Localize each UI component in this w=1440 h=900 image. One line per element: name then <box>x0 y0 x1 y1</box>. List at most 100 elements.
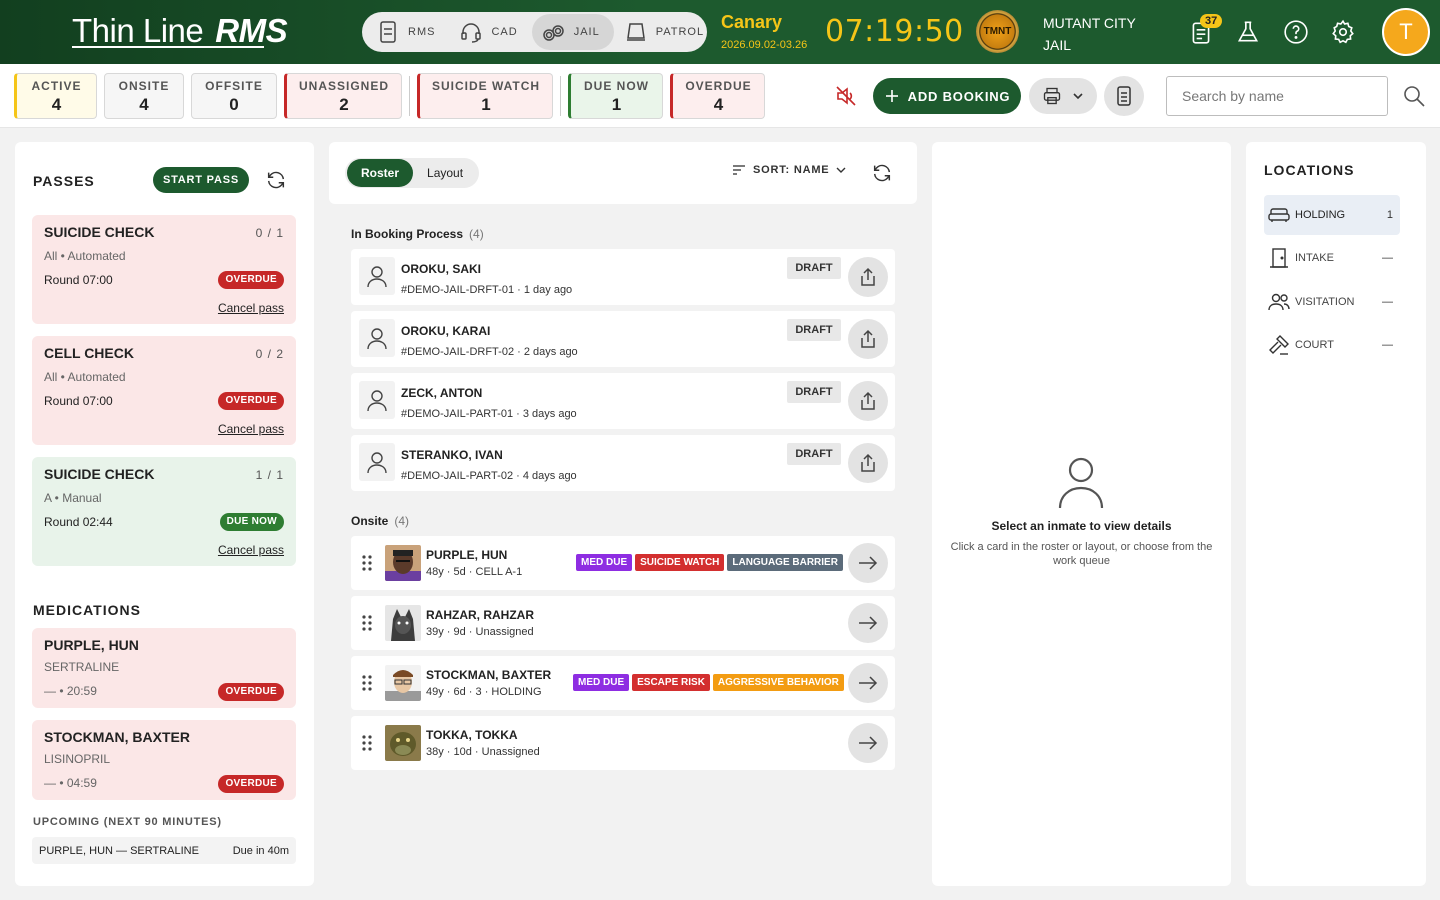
medication-card[interactable]: PURPLE, HUN SERTRALINE — • 20:59 OVERDUE <box>32 628 296 708</box>
refresh-icon[interactable] <box>265 169 287 191</box>
print-menu-button[interactable] <box>1029 78 1097 114</box>
lab-button[interactable] <box>1234 18 1262 46</box>
upcoming-med-text: PURPLE, HUN — SERTRALINE <box>39 844 199 857</box>
stat-due-now[interactable]: DUE NOW 1 <box>568 73 663 119</box>
tab-roster[interactable]: Roster <box>347 159 414 187</box>
share-icon <box>861 329 875 348</box>
module-cad-button[interactable]: CAD <box>449 14 531 50</box>
search-icon[interactable] <box>1402 84 1426 108</box>
logo-thin-text: Thin Line <box>72 12 204 49</box>
agency-seal: TMNT <box>976 10 1019 53</box>
pass-round: Round 07:00 <box>44 394 113 408</box>
booking-row[interactable]: ZECK, ANTON #DEMO-JAIL-PART-01 · 3 days … <box>351 373 895 429</box>
refresh-icon[interactable] <box>871 162 893 184</box>
upcoming-med-due: Due in 40m <box>232 844 289 857</box>
booking-meta: #DEMO-JAIL-DRFT-01 · 1 day ago <box>401 284 572 296</box>
pass-scope: All • Automated <box>44 249 126 263</box>
drag-handle-icon[interactable] <box>362 675 372 691</box>
pass-card[interactable]: SUICIDE CHECK 0 / 1 All • Automated Roun… <box>32 215 296 324</box>
tab-layout[interactable]: Layout <box>413 159 477 187</box>
location-intake[interactable]: INTAKE — <box>1264 238 1400 278</box>
printer-icon <box>1043 87 1061 105</box>
inmate-name: TOKKA, TOKKA <box>426 728 518 742</box>
stat-offsite[interactable]: OFFSITE 0 <box>191 73 277 119</box>
settings-button[interactable] <box>1329 18 1357 46</box>
user-avatar[interactable]: T <box>1382 8 1430 56</box>
cancel-pass-link[interactable]: Cancel pass <box>218 301 284 315</box>
pass-card[interactable]: SUICIDE CHECK 1 / 1 A • Manual Round 02:… <box>32 457 296 566</box>
sound-muted-icon[interactable] <box>834 84 858 108</box>
share-button[interactable] <box>848 319 888 359</box>
person-placeholder <box>359 381 395 419</box>
inmate-row[interactable]: STOCKMAN, BAXTER 49y · 6d · 3 · HOLDING … <box>351 656 895 710</box>
add-booking-button[interactable]: ADD BOOKING <box>873 78 1021 114</box>
booking-age: · 4 days ago <box>516 470 577 482</box>
stat-unassigned[interactable]: UNASSIGNED 2 <box>284 73 402 119</box>
booking-id: #DEMO-JAIL-PART-01 <box>401 408 514 420</box>
status-badge: OVERDUE <box>218 392 284 410</box>
environment-name: Canary <box>721 12 783 32</box>
drag-handle-icon[interactable] <box>362 735 372 751</box>
inmate-name: STOCKMAN, BAXTER <box>426 668 552 682</box>
person-placeholder <box>359 443 395 481</box>
open-inmate-button[interactable] <box>848 603 888 643</box>
search-input[interactable] <box>1166 76 1388 116</box>
upcoming-med-row[interactable]: PURPLE, HUN — SERTRALINE Due in 40m <box>32 837 296 864</box>
open-inmate-button[interactable] <box>848 543 888 583</box>
inmate-meta: 49y · 6d · 3 · HOLDING <box>426 686 542 698</box>
sort-label: SORT: NAME <box>753 164 830 176</box>
location-label: INTAKE <box>1295 252 1334 264</box>
module-jail-button[interactable]: JAIL <box>531 14 614 50</box>
open-inmate-button[interactable] <box>848 723 888 763</box>
location-court[interactable]: COURT — <box>1264 325 1400 365</box>
stat-onsite[interactable]: ONSITE 4 <box>104 73 184 119</box>
avatar-initial: T <box>1399 19 1413 44</box>
cancel-pass-link[interactable]: Cancel pass <box>218 543 284 557</box>
drag-handle-icon[interactable] <box>362 615 372 631</box>
chevron-down-icon <box>836 167 846 173</box>
booking-row[interactable]: STERANKO, IVAN #DEMO-JAIL-PART-02 · 4 da… <box>351 435 895 491</box>
share-button[interactable] <box>848 443 888 483</box>
booking-group-title: In Booking Process (4) <box>351 227 484 241</box>
stat-overdue[interactable]: OVERDUE 4 <box>670 73 765 119</box>
medication-card[interactable]: STOCKMAN, BAXTER LISINOPRIL — • 04:59 OV… <box>32 720 296 800</box>
draft-badge: DRAFT <box>787 381 841 403</box>
location-label: COURT <box>1295 339 1334 351</box>
pass-title: SUICIDE CHECK <box>44 466 155 482</box>
inmate-photo <box>385 605 421 641</box>
booking-meta: #DEMO-JAIL-DRFT-02 · 2 days ago <box>401 346 578 358</box>
help-button[interactable] <box>1282 18 1310 46</box>
location-visitation[interactable]: VISITATION — <box>1264 282 1400 322</box>
share-button[interactable] <box>848 257 888 297</box>
inmate-meta: 38y · 10d · Unassigned <box>426 746 540 758</box>
arrow-right-icon <box>859 556 878 570</box>
inmate-row[interactable]: RAHZAR, RAHZAR 39y · 9d · Unassigned <box>351 596 895 650</box>
module-patrol-button[interactable]: PATROL <box>614 14 718 50</box>
handcuffs-icon <box>542 25 564 41</box>
booking-row[interactable]: OROKU, SAKI #DEMO-JAIL-DRFT-01 · 1 day a… <box>351 249 895 305</box>
stat-label: ACTIVE <box>31 79 82 93</box>
inmate-row[interactable]: PURPLE, HUN 48y · 5d · CELL A-1 MED DUE … <box>351 536 895 590</box>
draft-badge: DRAFT <box>787 257 841 279</box>
location-holding[interactable]: HOLDING 1 <box>1264 195 1400 235</box>
upcoming-title: UPCOMING (NEXT 90 MINUTES) <box>33 816 222 828</box>
module-rms-button[interactable]: RMS <box>366 14 449 50</box>
sort-dropdown[interactable]: SORT: NAME <box>732 164 846 176</box>
stat-suicide-watch[interactable]: SUICIDE WATCH 1 <box>417 73 553 119</box>
cancel-pass-link[interactable]: Cancel pass <box>218 422 284 436</box>
report-button[interactable] <box>1104 76 1144 116</box>
booking-id: #DEMO-JAIL-DRFT-01 <box>401 284 515 296</box>
pass-card[interactable]: CELL CHECK 0 / 2 All • Automated Round 0… <box>32 336 296 445</box>
module-patrol-label: PATROL <box>655 26 705 38</box>
drag-handle-icon[interactable] <box>362 555 372 571</box>
share-button[interactable] <box>848 381 888 421</box>
open-inmate-button[interactable] <box>848 663 888 703</box>
start-pass-button[interactable]: START PASS <box>153 167 249 193</box>
stat-active[interactable]: ACTIVE 4 <box>14 73 97 119</box>
app-logo[interactable]: Thin Line RMS <box>72 12 288 50</box>
inmate-row[interactable]: TOKKA, TOKKA 38y · 10d · Unassigned <box>351 716 895 770</box>
booking-row[interactable]: OROKU, KARAI #DEMO-JAIL-DRFT-02 · 2 days… <box>351 311 895 367</box>
med-patient-name: STOCKMAN, BAXTER <box>44 729 190 745</box>
tag-med-due: MED DUE <box>576 554 633 571</box>
stat-value: 1 <box>481 95 491 114</box>
